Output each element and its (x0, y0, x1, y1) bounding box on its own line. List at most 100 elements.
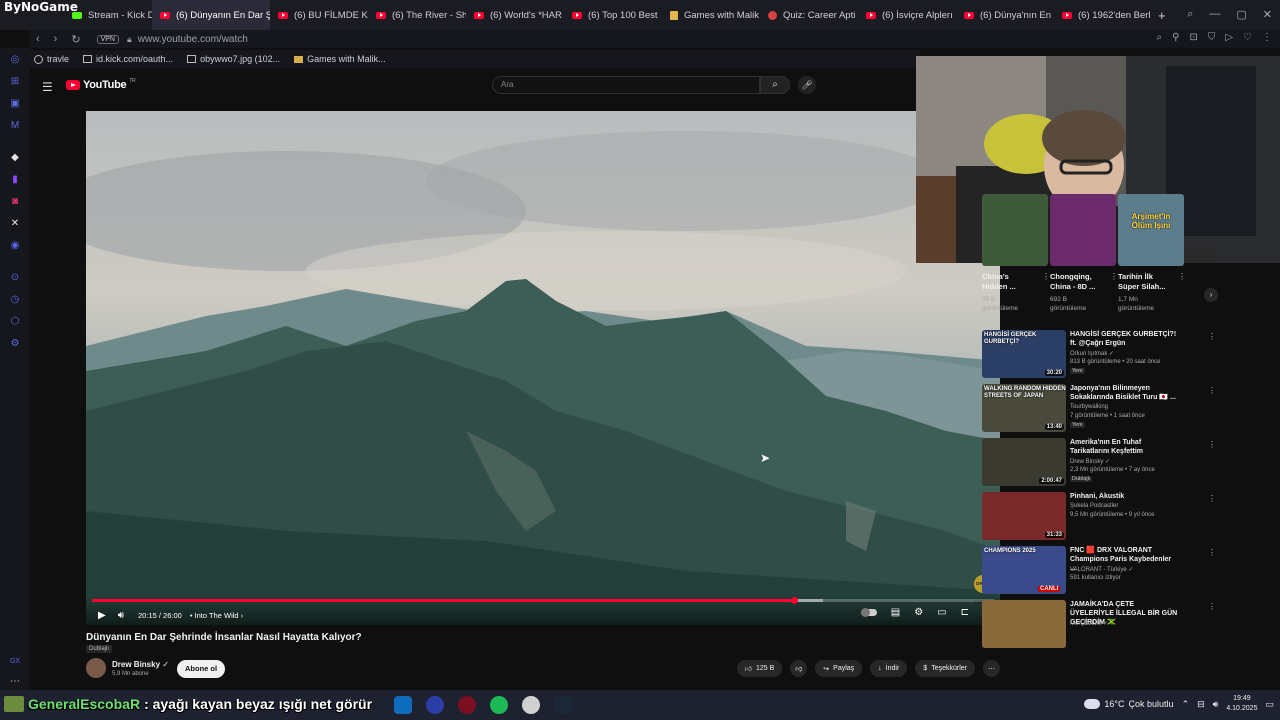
maximize-icon[interactable]: ▢ (1236, 8, 1246, 21)
bookmark-games[interactable]: Games with Malik... (294, 54, 386, 64)
outlook-icon[interactable] (394, 696, 412, 714)
recommended-video[interactable]: 31:33 Pinhani, Akustik Şukela Podcastler 9,… (982, 492, 1216, 542)
more-options-icon[interactable]: ⋮ (1208, 548, 1216, 557)
bookmark-travle[interactable]: travle (34, 54, 69, 64)
browser-tab[interactable]: (6) BU FİLMDE K (270, 0, 368, 30)
bookmark-kick-oauth[interactable]: id.kick.com/oauth... (83, 54, 173, 64)
scrubber-handle[interactable] (791, 597, 799, 604)
video-title[interactable]: HANGİSİ GERÇEK GURBETÇİ?! ft. @Çağrı Erg… (1070, 330, 1178, 348)
channel-name[interactable]: Drew Binsky ✓ (112, 660, 169, 669)
video-title[interactable]: Amerika'nın En Tuhaf Tarikatlarını Keşfe… (1070, 438, 1178, 456)
chevron-right-icon[interactable]: › (1204, 288, 1218, 302)
shield-icon[interactable]: ⛉ (1208, 32, 1216, 43)
channel-name[interactable]: Şukela Podcastler (1070, 503, 1118, 509)
new-tab-button[interactable]: + (1152, 0, 1172, 30)
ea-app-icon[interactable] (426, 696, 444, 714)
url-field[interactable]: www.youtube.com/watch (138, 34, 248, 45)
discord-icon[interactable]: ◉ (9, 240, 21, 252)
video-title[interactable]: Pinhani, Akustik (1070, 492, 1178, 501)
search-input[interactable]: Ara (492, 76, 760, 94)
obs-icon[interactable] (522, 696, 540, 714)
browser-tab[interactable]: (6) İsviçre Alplerı (858, 0, 956, 30)
subtitles-icon[interactable]: ▤ (891, 607, 900, 618)
video-title[interactable]: Japonya'nın Bilinmeyen Sokaklarında Bisi… (1070, 384, 1178, 402)
lock-icon[interactable]: 🔒︎ (127, 34, 132, 45)
short-title[interactable]: Tarihin İlk Süper Silah... (1118, 272, 1184, 292)
close-icon[interactable]: ✕ (1263, 8, 1272, 21)
browser-tab[interactable]: Games with Malik (662, 0, 760, 30)
network-icon[interactable]: ⊟ (1197, 699, 1205, 710)
spotify-icon[interactable] (490, 696, 508, 714)
more-icon[interactable]: ⋯ (9, 676, 21, 688)
hamburger-icon[interactable]: ☰ (42, 80, 53, 94)
search-tabs-icon[interactable]: ⌕ (1187, 8, 1193, 21)
recommended-video[interactable]: WALKING RANDOM HIDDEN STREETS OF JAPAN 13… (982, 384, 1216, 434)
video-player[interactable]: DREW BINSKY ▶ 🔊︎ 20:15 / 26:00 • Into Th… (86, 111, 1000, 625)
voice-search-button[interactable]: 🎤︎ (798, 76, 816, 94)
dislike-button[interactable]: 👎︎ (790, 660, 808, 677)
download-button[interactable]: ↓ İndir (870, 660, 908, 677)
more-options-icon[interactable]: ⋮ (1208, 332, 1216, 341)
channel-avatar[interactable] (86, 658, 106, 678)
clock[interactable]: 19:49 4.10.2025 (1226, 694, 1257, 714)
video-thumbnail[interactable] (982, 600, 1066, 648)
channel-name[interactable]: Drew Binsky ✓ (1070, 458, 1110, 465)
browser-tab[interactable]: (6) Dünya'nın En (956, 0, 1054, 30)
short-thumbnail[interactable] (1050, 194, 1116, 266)
play-icon[interactable]: ▶ (98, 610, 106, 621)
channel-name[interactable]: Tourbywalking (1070, 404, 1108, 410)
volume-icon[interactable]: 🔊︎ (1213, 699, 1219, 710)
video-thumbnail[interactable]: HANGİSİ GERÇEK GURBETÇİ? 30:20 (982, 330, 1066, 378)
short-thumbnail[interactable]: Arşimet'in Ölüm Işını (1118, 194, 1184, 266)
browser-tab[interactable]: (6) 1962'den Berl (1054, 0, 1152, 30)
player-icon[interactable]: ⊙ (9, 272, 21, 284)
short-card[interactable]: Arşimet'in Ölüm Işını Tarihin İlk Süper S… (1118, 194, 1186, 313)
screenshot-icon[interactable]: ⊡ (1189, 32, 1197, 43)
more-options-icon[interactable]: ⋮ (1208, 602, 1216, 611)
more-options-icon[interactable]: ⋮ (1042, 272, 1050, 281)
short-title[interactable]: China's Hidden ... (982, 272, 1048, 292)
forward-icon[interactable]: › (54, 33, 58, 46)
minimize-icon[interactable]: — (1209, 8, 1220, 21)
short-thumbnail[interactable] (982, 194, 1048, 266)
bookmark-image[interactable]: obywwo7.jpg (102... (187, 54, 280, 64)
chevron-up-icon[interactable]: ⌃ (1182, 699, 1190, 710)
settings-gear-icon[interactable]: ⚙ (914, 607, 923, 618)
video-thumbnail[interactable]: 31:33 (982, 492, 1066, 540)
chat-icon[interactable]: ▣ (9, 98, 21, 110)
steam-icon[interactable] (554, 696, 572, 714)
more-actions-button[interactable]: ⋯ (983, 660, 1000, 677)
video-thumbnail[interactable]: CHAMPIONS 2025 CANLI (982, 546, 1066, 594)
extensions-icon[interactable]: ⬡ (9, 316, 21, 328)
play-icon[interactable]: ▷ (1225, 32, 1233, 43)
kick-icon[interactable]: ◆ (9, 152, 21, 164)
browser-tab[interactable]: (6) The River - Sh (368, 0, 466, 30)
x-icon[interactable]: ✕ (9, 218, 21, 230)
weather-widget[interactable]: 16°C Çok bulutlu (1081, 696, 1174, 709)
volume-icon[interactable]: 🔊︎ (118, 610, 124, 621)
settings-icon[interactable]: ⚙ (9, 338, 21, 350)
bag-icon[interactable]: ⊞ (9, 76, 21, 88)
subscribe-button[interactable]: Abone ol (177, 660, 226, 678)
mail-icon[interactable]: M (9, 120, 21, 132)
thanks-button[interactable]: $ Teşekkürler (915, 660, 975, 677)
video-thumbnail[interactable]: 2:00:47 (982, 438, 1066, 486)
opera-gx-icon[interactable] (458, 696, 476, 714)
share-button[interactable]: ↪ Paylaş (815, 660, 863, 677)
pin-icon[interactable]: ⚲ (1172, 32, 1179, 43)
chapter-title[interactable]: • Into The Wild › (190, 611, 243, 620)
recommended-video[interactable]: JAMAİKA'DA ÇETE ÜYELERİYLE İLLEGAL BİR G… (982, 600, 1216, 650)
notifications-icon[interactable]: ▭ (1265, 699, 1274, 710)
short-title[interactable]: Chongqing, China - 8D ... (1050, 272, 1116, 292)
more-options-icon[interactable]: ⋮ (1208, 440, 1216, 449)
browser-tab[interactable]: Stream - Kick Das (64, 0, 152, 30)
history-icon[interactable]: ◷ (9, 294, 21, 306)
twitch-icon[interactable]: ▮ (9, 174, 21, 186)
zoom-icon[interactable]: ⌕ (1157, 32, 1163, 43)
menu-icon[interactable]: ⋮ (1262, 32, 1272, 43)
search-button[interactable]: ⌕ (760, 76, 790, 94)
recommended-video[interactable]: HANGİSİ GERÇEK GURBETÇİ? 30:20 HANGİSİ GER… (982, 330, 1216, 380)
video-thumbnail[interactable]: WALKING RANDOM HIDDEN STREETS OF JAPAN 13… (982, 384, 1066, 432)
instagram-icon[interactable]: ◙ (9, 196, 21, 208)
browser-tab[interactable]: (6) World's *HAR (466, 0, 564, 30)
